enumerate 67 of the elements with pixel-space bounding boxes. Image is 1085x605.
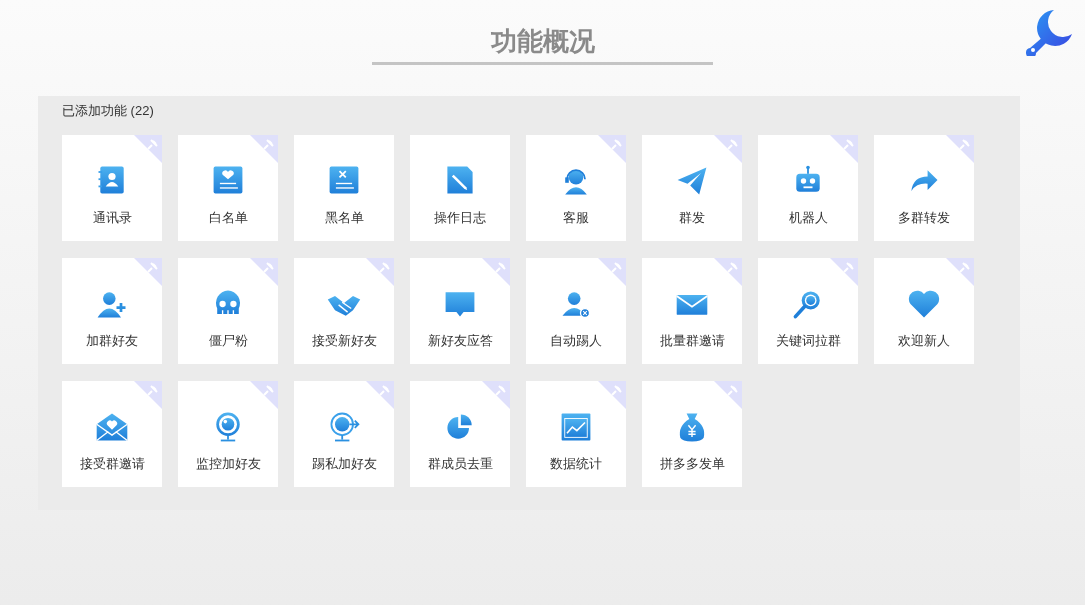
feature-tile[interactable]: 僵尸粉 — [178, 258, 278, 364]
feature-label: 数据统计 — [550, 455, 602, 473]
pin-corner-icon[interactable] — [714, 258, 742, 286]
feature-tile[interactable]: 新好友应答 — [410, 258, 510, 364]
feature-tile[interactable]: 群成员去重 — [410, 381, 510, 487]
feature-label: 多群转发 — [898, 209, 950, 227]
pin-corner-icon[interactable] — [250, 258, 278, 286]
pin-corner-icon[interactable] — [134, 258, 162, 286]
feature-tile[interactable]: 批量群邀请 — [642, 258, 742, 364]
feature-tile[interactable]: 黑名单 — [294, 135, 394, 241]
feature-tile[interactable]: 监控加好友 — [178, 381, 278, 487]
wrench-moon-logo — [1024, 8, 1074, 56]
feature-tile[interactable]: 群发 — [642, 135, 742, 241]
feature-label: 加群好友 — [86, 332, 138, 350]
feature-tile[interactable]: 接受群邀请 — [62, 381, 162, 487]
feature-label: 关键词拉群 — [775, 332, 841, 350]
feature-label: 白名单 — [208, 209, 248, 227]
page-title: 功能概况 — [490, 25, 595, 58]
feature-tile[interactable]: 加群好友 — [62, 258, 162, 364]
feature-label: 操作日志 — [434, 209, 486, 227]
pin-corner-icon[interactable] — [830, 258, 858, 286]
feature-label: 踢私加好友 — [311, 455, 377, 473]
feature-label: 自动踢人 — [550, 332, 602, 350]
pin-corner-icon[interactable] — [250, 135, 278, 163]
feature-label: 客服 — [563, 209, 589, 227]
feature-tile[interactable]: 数据统计 — [526, 381, 626, 487]
pin-corner-icon[interactable] — [946, 258, 974, 286]
pin-corner-icon[interactable] — [366, 381, 394, 409]
feature-tile[interactable]: 多群转发 — [874, 135, 974, 241]
pin-corner-icon[interactable] — [830, 135, 858, 163]
feature-tile[interactable]: 拼多多发单 — [642, 381, 742, 487]
feature-label: 机器人 — [788, 209, 828, 227]
pin-corner-icon[interactable] — [598, 258, 626, 286]
feature-tile[interactable]: 踢私加好友 — [294, 381, 394, 487]
feature-tile[interactable]: 自动踢人 — [526, 258, 626, 364]
pin-corner-icon[interactable] — [482, 258, 510, 286]
feature-label: 僵尸粉 — [208, 332, 248, 350]
feature-label: 通讯录 — [92, 209, 132, 227]
feature-label: 群成员去重 — [427, 455, 493, 473]
feature-tile[interactable]: 操作日志 — [410, 135, 510, 241]
pin-corner-icon[interactable] — [482, 381, 510, 409]
feature-label: 群发 — [679, 209, 705, 227]
pin-corner-icon[interactable] — [946, 135, 974, 163]
feature-tile[interactable]: 通讯录 — [62, 135, 162, 241]
pin-corner-icon[interactable] — [250, 381, 278, 409]
pin-corner-icon[interactable] — [134, 381, 162, 409]
pin-corner-icon[interactable] — [134, 135, 162, 163]
pin-corner-icon[interactable] — [598, 135, 626, 163]
feature-label: 欢迎新人 — [898, 332, 950, 350]
section-heading: 已添加功能 (22) — [62, 102, 155, 120]
feature-label: 新好友应答 — [427, 332, 493, 350]
feature-label: 黑名单 — [324, 209, 364, 227]
feature-label: 批量群邀请 — [659, 332, 725, 350]
pin-corner-icon[interactable] — [598, 381, 626, 409]
feature-tile[interactable]: 白名单 — [178, 135, 278, 241]
feature-label: 监控加好友 — [195, 455, 261, 473]
feature-label: 接受群邀请 — [79, 455, 145, 473]
pin-corner-icon[interactable] — [366, 258, 394, 286]
feature-tile[interactable]: 机器人 — [758, 135, 858, 241]
feature-tile[interactable]: 客服 — [526, 135, 626, 241]
pin-corner-icon[interactable] — [714, 381, 742, 409]
feature-tile[interactable]: 接受新好友 — [294, 258, 394, 364]
feature-tile[interactable]: 欢迎新人 — [874, 258, 974, 364]
feature-label: 接受新好友 — [311, 332, 377, 350]
feature-label: 拼多多发单 — [659, 455, 725, 473]
pin-corner-icon[interactable] — [714, 135, 742, 163]
feature-tile[interactable]: 关键词拉群 — [758, 258, 858, 364]
